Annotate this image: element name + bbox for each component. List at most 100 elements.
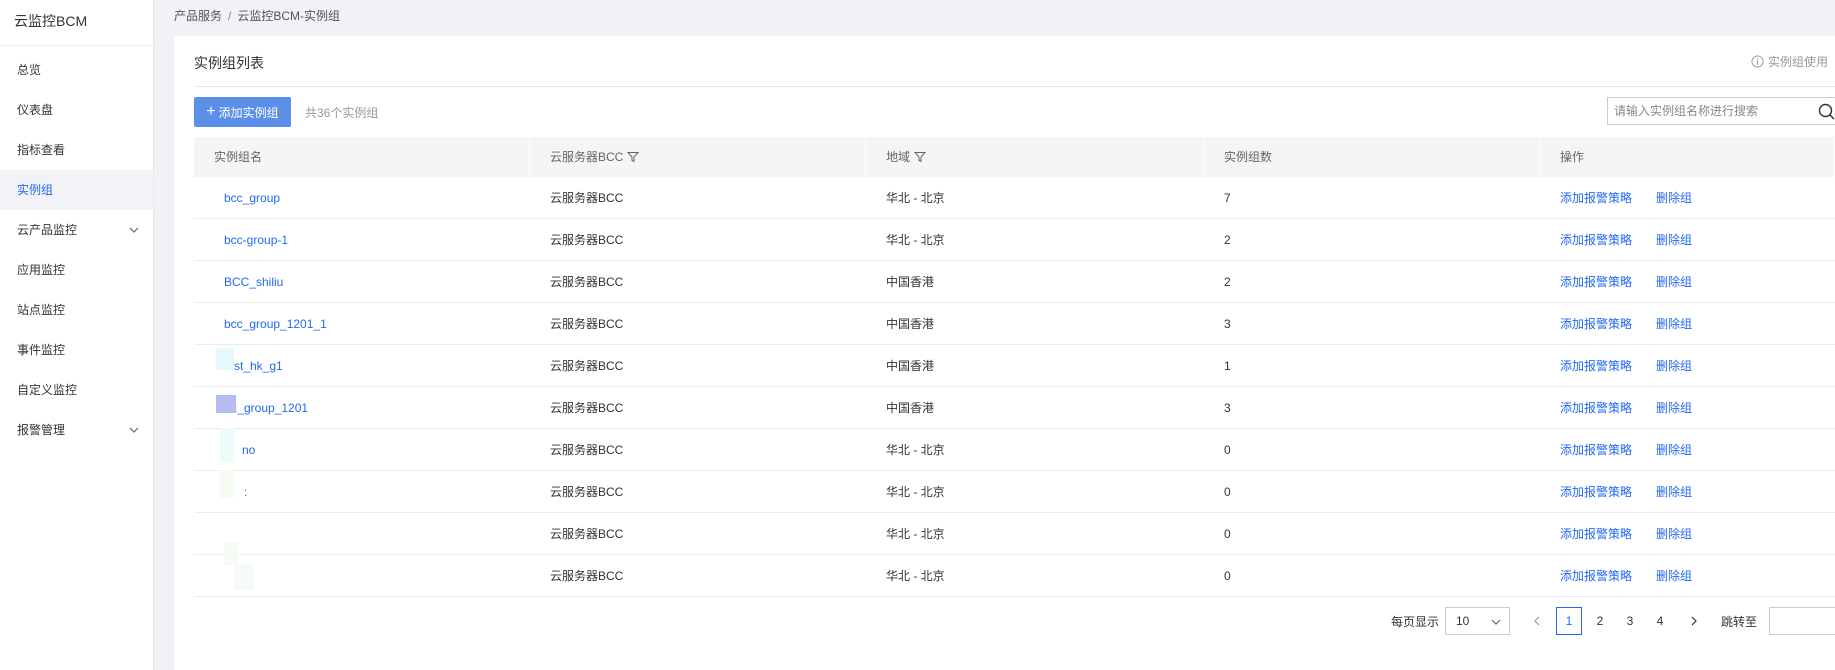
region-cell: 中国香港 (886, 275, 935, 289)
search-box (1607, 97, 1835, 125)
sidebar-item-cloud-product-monitor[interactable]: 云产品监控 (0, 210, 153, 250)
filter-icon[interactable] (914, 151, 927, 163)
group-name-link[interactable]: :_group_1201 (224, 401, 308, 415)
instance-group-table: 实例组名 云服务器BCC 地域 实例组数 操作 bcc_group 云服务器BC… (194, 137, 1835, 597)
jump-to-label: 跳转至 (1721, 615, 1758, 629)
jump-to-input[interactable] (1769, 607, 1835, 635)
sidebar-item-label: 实例组 (17, 183, 54, 197)
sidebar: 云监控BCM 总览 仪表盘 指标查看 实例组 云产品监控 应用监控 站点监控 事… (0, 0, 154, 670)
service-cell: 云服务器BCC (550, 359, 624, 373)
column-header-label: 地域 (886, 150, 911, 164)
page-button-2[interactable]: 2 (1587, 607, 1613, 635)
count-cell: 2 (1224, 233, 1231, 247)
add-alarm-policy-link[interactable]: 添加报警策略 (1560, 275, 1632, 289)
page-title: 实例组列表 (194, 55, 264, 71)
breadcrumb-parent[interactable]: 产品服务 (174, 9, 222, 23)
search-icon[interactable] (1818, 103, 1835, 120)
service-cell: 云服务器BCC (550, 527, 624, 541)
group-count: 共36个实例组 (305, 106, 379, 120)
sidebar-item-dashboard[interactable]: 仪表盘 (0, 90, 153, 130)
page-button-3[interactable]: 3 (1617, 607, 1643, 635)
group-name-link[interactable]: bcc-group-1 (224, 233, 288, 247)
delete-group-link[interactable]: 删除组 (1656, 485, 1692, 499)
chevron-down-icon (127, 410, 141, 450)
page-size-label: 每页显示 (1391, 615, 1440, 629)
chevron-left-icon[interactable] (1532, 616, 1542, 626)
sidebar-item-instance-group[interactable]: 实例组 (0, 170, 153, 210)
sidebar-item-event-monitor[interactable]: 事件监控 (0, 330, 153, 370)
sidebar-item-label: 站点监控 (17, 303, 66, 317)
service-cell: 云服务器BCC (550, 233, 624, 247)
table-row: 云服务器BCC 华北 - 北京 0 添加报警策略 删除组 (194, 555, 1835, 597)
add-alarm-policy-link[interactable]: 添加报警策略 (1560, 359, 1632, 373)
region-cell: 华北 - 北京 (886, 443, 945, 457)
column-header-label: 操作 (1560, 150, 1585, 164)
filter-icon[interactable] (627, 151, 640, 163)
delete-group-link[interactable]: 删除组 (1656, 527, 1692, 541)
add-alarm-policy-link[interactable]: 添加报警策略 (1560, 317, 1632, 331)
group-name-link[interactable]: BCC_shiliu (224, 275, 283, 289)
count-cell: 0 (1224, 569, 1231, 583)
region-cell: 中国香港 (886, 359, 935, 373)
group-name-link[interactable]: bcc_group (224, 191, 280, 205)
delete-group-link[interactable]: 删除组 (1656, 443, 1692, 457)
add-alarm-policy-link[interactable]: 添加报警策略 (1560, 485, 1632, 499)
region-cell: 华北 - 北京 (886, 569, 945, 583)
delete-group-link[interactable]: 删除组 (1656, 275, 1692, 289)
chevron-right-icon[interactable] (1689, 616, 1699, 626)
sidebar-item-alarm-management[interactable]: 报警管理 (0, 410, 153, 450)
page-size-select[interactable]: 10 (1445, 607, 1510, 635)
search-input[interactable] (1608, 98, 1808, 124)
delete-group-link[interactable]: 删除组 (1656, 359, 1692, 373)
add-alarm-policy-link[interactable]: 添加报警策略 (1560, 527, 1632, 541)
table-row: bcc-group-1 云服务器BCC 华北 - 北京 2 添加报警策略 删除组 (194, 219, 1835, 261)
add-alarm-policy-link[interactable]: 添加报警策略 (1560, 401, 1632, 415)
service-cell: 云服务器BCC (550, 569, 624, 583)
breadcrumb-current: 云监控BCM-实例组 (237, 9, 341, 23)
count-cell: 7 (1224, 191, 1231, 205)
chevron-down-icon (1491, 619, 1501, 625)
add-alarm-policy-link[interactable]: 添加报警策略 (1560, 569, 1632, 583)
delete-group-link[interactable]: 删除组 (1656, 569, 1692, 583)
sidebar-item-label: 指标查看 (17, 143, 66, 157)
delete-group-link[interactable]: 删除组 (1656, 233, 1692, 247)
add-alarm-policy-link[interactable]: 添加报警策略 (1560, 443, 1632, 457)
sidebar-item-metrics[interactable]: 指标查看 (0, 130, 153, 170)
usage-hint[interactable]: 实例组使用 (1751, 53, 1828, 70)
count-cell: 1 (1224, 359, 1231, 373)
sidebar-item-label: 事件监控 (17, 343, 66, 357)
delete-group-link[interactable]: 删除组 (1656, 191, 1692, 205)
add-alarm-policy-link[interactable]: 添加报警策略 (1560, 191, 1632, 205)
sidebar-item-overview[interactable]: 总览 (0, 50, 153, 90)
sidebar-item-custom-monitor[interactable]: 自定义监控 (0, 370, 153, 410)
sidebar-item-site-monitor[interactable]: 站点监控 (0, 290, 153, 330)
sidebar-item-label: 应用监控 (17, 263, 66, 277)
region-cell: 华北 - 北京 (886, 527, 945, 541)
divider (194, 86, 1835, 87)
group-name-link[interactable]: bcc_group_1201_1 (224, 317, 327, 331)
service-cell: 云服务器BCC (550, 317, 624, 331)
service-cell: 云服务器BCC (550, 443, 624, 457)
page-button-4[interactable]: 4 (1647, 607, 1673, 635)
sidebar-item-label: 云产品监控 (17, 223, 78, 237)
count-cell: 3 (1224, 401, 1231, 415)
add-alarm-policy-link[interactable]: 添加报警策略 (1560, 233, 1632, 247)
main-panel: 实例组列表 实例组使用 + 添加实例组 共36个实例组 实例组名 云服务器BCC… (174, 36, 1835, 670)
count-cell: 0 (1224, 527, 1231, 541)
redaction-patch (220, 428, 234, 462)
table-row: st_hk_g1 云服务器BCC 中国香港 1 添加报警策略 删除组 (194, 345, 1835, 387)
redaction-patch (220, 470, 234, 498)
sidebar-item-label: 报警管理 (17, 423, 66, 437)
chevron-down-icon (127, 210, 141, 250)
table-row: 云服务器BCC 华北 - 北京 0 添加报警策略 删除组 (194, 513, 1835, 555)
delete-group-link[interactable]: 删除组 (1656, 317, 1692, 331)
delete-group-link[interactable]: 删除组 (1656, 401, 1692, 415)
column-header-label: 实例组名 (214, 150, 263, 164)
sidebar-item-app-monitor[interactable]: 应用监控 (0, 250, 153, 290)
add-instance-group-button[interactable]: + 添加实例组 (194, 97, 291, 127)
table-row: BCC_shiliu 云服务器BCC 中国香港 2 添加报警策略 删除组 (194, 261, 1835, 303)
plus-icon: + (206, 103, 216, 120)
column-header-actions: 操作 (1540, 137, 1835, 177)
page-button-1[interactable]: 1 (1556, 607, 1582, 635)
info-icon (1751, 55, 1764, 68)
